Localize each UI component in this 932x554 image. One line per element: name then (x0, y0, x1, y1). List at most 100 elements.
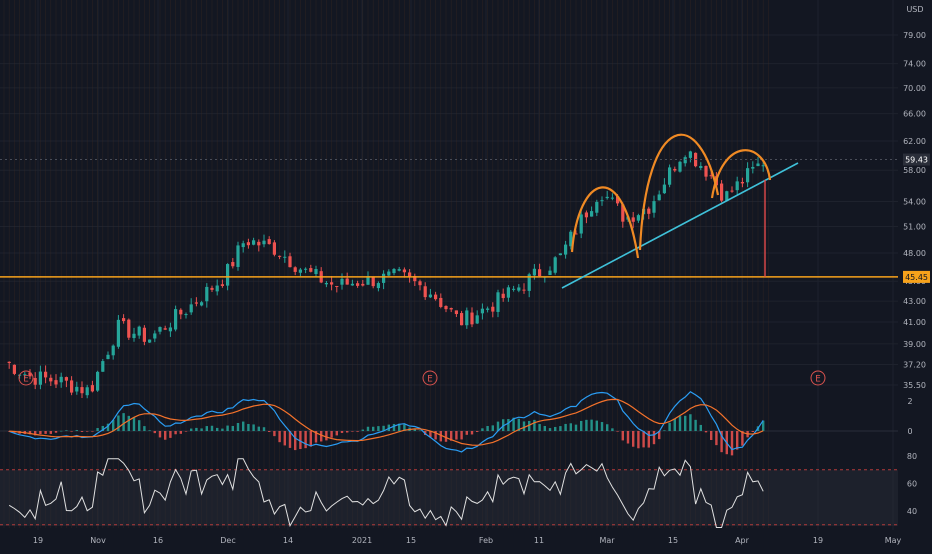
macd-histogram-bar (476, 431, 479, 432)
macd-histogram-bar (637, 431, 640, 449)
candle-body (200, 302, 204, 306)
candle-body (163, 328, 167, 330)
candle-body (756, 163, 760, 167)
currency-label: USD (906, 5, 923, 14)
candle-body (257, 241, 261, 246)
candle-body (397, 269, 401, 271)
candle-body (444, 305, 448, 310)
candle-body (350, 283, 354, 286)
candle-body (215, 285, 219, 292)
candle-body (647, 208, 651, 214)
candle-body (751, 166, 755, 169)
candle-body (699, 165, 703, 168)
macd-histogram-bar (507, 418, 510, 431)
candle-body (205, 286, 209, 302)
macd-histogram-bar (444, 431, 448, 442)
candle-body (189, 304, 193, 313)
candle-body (486, 308, 490, 310)
candle-body (512, 288, 516, 290)
macd-histogram-bar (730, 431, 734, 456)
macd-histogram-bar (273, 431, 276, 437)
macd-histogram-bar (65, 430, 68, 431)
macd-histogram-bar (60, 430, 63, 432)
macd-histogram-bar (49, 431, 52, 434)
candle-body (174, 309, 178, 330)
time-tick-label: 16 (153, 536, 163, 545)
candle-body (392, 269, 396, 274)
price-tick-label: 39.00 (903, 340, 926, 349)
macd-histogram-bar (533, 419, 536, 431)
candle-body (688, 151, 692, 158)
candle-body (226, 264, 230, 286)
macd-histogram-bar (294, 431, 297, 451)
candle-body (54, 380, 58, 385)
candle-body (496, 292, 500, 312)
macd-histogram-bar (283, 431, 286, 446)
macd-histogram-bar (216, 427, 219, 431)
candle-body (605, 196, 609, 199)
macd-histogram-bar (174, 431, 177, 435)
candle-body (678, 161, 682, 172)
macd-histogram-bar (200, 428, 203, 431)
time-tick-label: Nov (90, 536, 106, 545)
macd-histogram-bar (75, 430, 78, 431)
candle-body (465, 310, 469, 326)
macd-histogram-bar (236, 422, 240, 431)
candle-body (345, 278, 349, 285)
rsi-tick-label: 60 (907, 480, 917, 489)
candle-body (304, 268, 308, 270)
candle-body (111, 345, 115, 356)
candle-body (673, 168, 677, 171)
macd-histogram-bar (320, 431, 323, 442)
chart-background (0, 0, 932, 550)
candle-body (127, 319, 131, 338)
macd-histogram-bar (80, 431, 84, 432)
macd-histogram-bar (346, 431, 349, 433)
macd-histogram-bar (158, 431, 162, 438)
stock-chart[interactable]: E E E USD 79.00 74.00 70.00 66.00 62.00 58.00 54.… (0, 0, 932, 550)
candle-body (122, 318, 126, 322)
candle-body (33, 378, 37, 385)
candle-body (730, 190, 734, 192)
time-tick-label: Dec (220, 536, 235, 545)
candle-body (241, 243, 245, 248)
candle-body (184, 314, 188, 316)
candle-body (7, 361, 11, 364)
candle-body (158, 327, 162, 332)
chart-svg[interactable]: E E E USD 79.00 74.00 70.00 66.00 62.00 58.00 54.… (0, 0, 932, 550)
candle-body (470, 312, 474, 325)
candle-body (70, 380, 74, 393)
macd-histogram-bar (470, 431, 474, 435)
macd-histogram-bar (153, 431, 156, 434)
candle-body (293, 267, 297, 272)
candle-body (194, 302, 198, 304)
candle-body (735, 181, 739, 191)
candle-body (309, 268, 313, 272)
macd-tick-label: 2 (907, 397, 912, 406)
macd-histogram-bar (70, 431, 73, 432)
macd-histogram-bar (86, 431, 89, 432)
macd-histogram-bar (164, 431, 167, 440)
candle-body (584, 212, 588, 218)
price-tick-label: 58.00 (903, 166, 926, 175)
candle-body (179, 309, 183, 315)
macd-histogram-bar (221, 428, 224, 431)
macd-histogram-bar (710, 431, 713, 441)
time-tick-label: 19 (33, 536, 43, 545)
candle-body (64, 377, 68, 381)
macd-histogram-bar (122, 413, 125, 431)
last-price-label: 59.43 (905, 156, 928, 165)
macd-histogram-bar (668, 422, 671, 431)
macd-histogram-bar (465, 431, 468, 435)
candle-body (231, 262, 235, 267)
candle-body (579, 214, 583, 234)
macd-histogram-bar (210, 425, 214, 431)
macd-histogram-bar (590, 419, 593, 431)
macd-histogram-bar (736, 431, 739, 450)
candle-body (558, 253, 562, 256)
macd-histogram-bar (689, 414, 692, 431)
candle-body (522, 289, 526, 291)
time-tick-label: 11 (534, 536, 544, 545)
macd-histogram-bar (460, 431, 463, 440)
candle-body (662, 184, 666, 194)
